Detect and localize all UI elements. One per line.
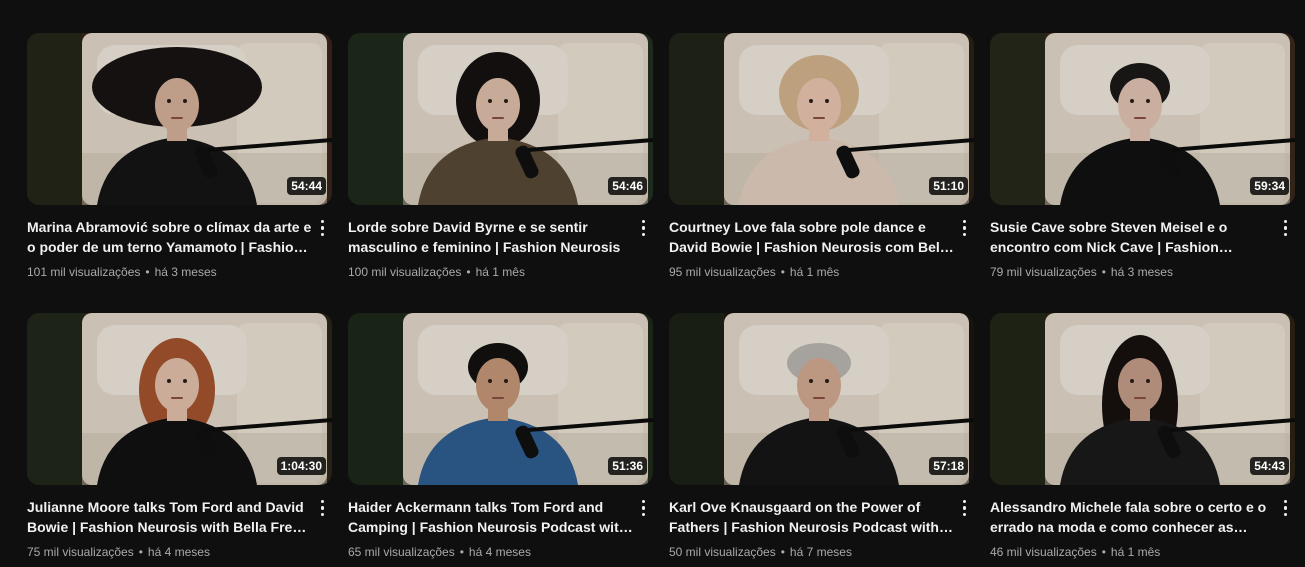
thumbnail-image (27, 33, 332, 205)
video-metadata: 95 mil visualizações • há 1 mês (669, 263, 954, 281)
separator-dot: • (1101, 265, 1106, 279)
video-duration: 51:10 (929, 177, 968, 195)
video-duration: 1:04:30 (276, 457, 326, 475)
video-thumbnail[interactable]: 54:43 (990, 313, 1295, 485)
upload-age: há 1 mês (1110, 545, 1161, 559)
view-count: 95 mil visualizações (669, 265, 776, 279)
video-title[interactable]: Alessandro Michele fala sobre o certo e … (990, 497, 1275, 537)
video-card[interactable]: 51:10 Courtney Love fala sobre pole dance… (669, 33, 974, 283)
video-duration: 54:44 (287, 177, 326, 195)
video-thumbnail[interactable]: 54:46 (348, 33, 653, 205)
more-vert-icon[interactable] (315, 499, 331, 517)
video-card[interactable]: 57:18 Karl Ove Knausgaard on the Power of… (669, 313, 974, 563)
video-metadata: 50 mil visualizações • há 7 meses (669, 543, 954, 561)
upload-age: há 1 mês (789, 265, 840, 279)
upload-age: há 4 meses (147, 545, 210, 559)
separator-dot: • (780, 545, 785, 559)
thumbnail-image (669, 33, 974, 205)
video-grid: 54:44 Marina Abramović sobre o clímax da … (27, 33, 1295, 567)
upload-age: há 3 meses (154, 265, 217, 279)
video-metadata: 75 mil visualizações • há 4 meses (27, 543, 312, 561)
thumbnail-image (348, 313, 653, 485)
separator-dot: • (466, 265, 471, 279)
video-title[interactable]: Susie Cave sobre Steven Meisel e o encon… (990, 217, 1275, 257)
video-duration: 59:34 (1250, 177, 1289, 195)
video-thumbnail[interactable]: 54:44 (27, 33, 332, 205)
video-thumbnail[interactable]: 57:18 (669, 313, 974, 485)
separator-dot: • (780, 265, 785, 279)
view-count: 100 mil visualizações (348, 265, 462, 279)
video-title[interactable]: Courtney Love fala sobre pole dance e Da… (669, 217, 954, 257)
video-title[interactable]: Lorde sobre David Byrne e se sentir masc… (348, 217, 633, 257)
video-card[interactable]: 54:43 Alessandro Michele fala sobre o cer… (990, 313, 1295, 563)
separator-dot: • (145, 265, 150, 279)
more-vert-icon[interactable] (636, 499, 652, 517)
upload-age: há 7 meses (789, 545, 852, 559)
video-duration: 54:43 (1250, 457, 1289, 475)
view-count: 79 mil visualizações (990, 265, 1097, 279)
video-title[interactable]: Karl Ove Knausgaard on the Power of Fath… (669, 497, 954, 537)
video-card[interactable]: 54:46 Lorde sobre David Byrne e se sentir… (348, 33, 653, 283)
view-count: 46 mil visualizações (990, 545, 1097, 559)
video-thumbnail[interactable]: 51:10 (669, 33, 974, 205)
video-duration: 54:46 (608, 177, 647, 195)
thumbnail-image (990, 313, 1295, 485)
upload-age: há 1 mês (475, 265, 525, 279)
video-card[interactable]: 54:44 Marina Abramović sobre o clímax da … (27, 33, 332, 283)
video-title[interactable]: Marina Abramović sobre o clímax da arte … (27, 217, 312, 257)
video-card[interactable]: 51:36 Haider Ackermann talks Tom Ford and… (348, 313, 653, 563)
separator-dot: • (1101, 545, 1106, 559)
thumbnail-image (990, 33, 1295, 205)
view-count: 101 mil visualizações (27, 265, 141, 279)
video-metadata: 46 mil visualizações • há 1 mês (990, 543, 1275, 561)
video-thumbnail[interactable]: 1:04:30 (27, 313, 332, 485)
separator-dot: • (138, 545, 143, 559)
more-vert-icon[interactable] (1278, 219, 1294, 237)
video-thumbnail[interactable]: 51:36 (348, 313, 653, 485)
video-thumbnail[interactable]: 59:34 (990, 33, 1295, 205)
video-card[interactable]: 1:04:30 Julianne Moore talks Tom Ford and… (27, 313, 332, 563)
video-card[interactable]: 59:34 Susie Cave sobre Steven Meisel e o … (990, 33, 1295, 283)
thumbnail-image (348, 33, 653, 205)
view-count: 50 mil visualizações (669, 545, 776, 559)
more-vert-icon[interactable] (315, 219, 331, 237)
view-count: 65 mil visualizações (348, 545, 455, 559)
video-metadata: 100 mil visualizações • há 1 mês (348, 263, 633, 281)
video-duration: 51:36 (608, 457, 647, 475)
view-count: 75 mil visualizações (27, 545, 134, 559)
video-title[interactable]: Haider Ackermann talks Tom Ford and Camp… (348, 497, 633, 537)
video-metadata: 101 mil visualizações • há 3 meses (27, 263, 312, 281)
more-vert-icon[interactable] (636, 219, 652, 237)
more-vert-icon[interactable] (1278, 499, 1294, 517)
more-vert-icon[interactable] (957, 219, 973, 237)
video-title[interactable]: Julianne Moore talks Tom Ford and David … (27, 497, 312, 537)
upload-age: há 3 meses (1110, 265, 1173, 279)
upload-age: há 4 meses (468, 545, 531, 559)
separator-dot: • (459, 545, 464, 559)
video-metadata: 65 mil visualizações • há 4 meses (348, 543, 633, 561)
more-vert-icon[interactable] (957, 499, 973, 517)
thumbnail-image (669, 313, 974, 485)
video-duration: 57:18 (929, 457, 968, 475)
video-metadata: 79 mil visualizações • há 3 meses (990, 263, 1275, 281)
